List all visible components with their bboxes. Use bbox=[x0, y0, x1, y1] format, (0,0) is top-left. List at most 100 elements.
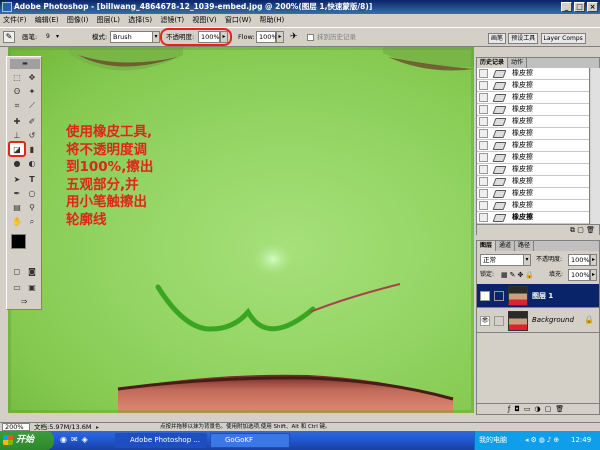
history-state-row[interactable]: 橡皮擦 bbox=[477, 104, 589, 116]
history-source-checkbox[interactable] bbox=[479, 141, 488, 150]
start-button[interactable]: 开始 bbox=[0, 431, 54, 450]
layer-set-icon[interactable]: ▭ bbox=[524, 405, 535, 413]
history-source-checkbox[interactable] bbox=[479, 117, 488, 126]
healing-brush-tool-icon[interactable]: ✚ bbox=[10, 115, 24, 129]
shape-tool-icon[interactable]: ○ bbox=[25, 187, 39, 201]
history-source-checkbox[interactable] bbox=[479, 213, 488, 222]
slice-tool-icon[interactable]: ⟋ bbox=[25, 99, 39, 113]
history-state-row[interactable]: 橡皮擦 bbox=[477, 80, 589, 92]
minimize-button[interactable]: _ bbox=[561, 2, 572, 12]
menu-view[interactable]: 视图(V) bbox=[189, 14, 219, 27]
maximize-button[interactable]: □ bbox=[574, 2, 585, 12]
tab-history[interactable]: 历史记录 bbox=[477, 58, 509, 68]
history-state-row[interactable]: 橡皮擦 bbox=[477, 152, 589, 164]
visibility-eye-icon[interactable]: 👁 bbox=[480, 291, 490, 301]
layer-link-icon[interactable] bbox=[494, 291, 504, 301]
menu-window[interactable]: 窗口(W) bbox=[222, 14, 254, 27]
gradient-tool-icon[interactable]: ▮ bbox=[25, 143, 39, 157]
history-state-row[interactable]: 橡皮擦 bbox=[477, 212, 589, 224]
foreground-color-swatch[interactable] bbox=[11, 234, 26, 249]
brush-picker-arrow-icon[interactable]: ▾ bbox=[56, 31, 59, 43]
history-source-checkbox[interactable] bbox=[479, 177, 488, 186]
history-source-checkbox[interactable] bbox=[479, 201, 488, 210]
history-source-checkbox[interactable] bbox=[479, 189, 488, 198]
layer-row-1[interactable]: 👁 图层 1 bbox=[477, 284, 599, 308]
menu-help[interactable]: 帮助(H) bbox=[256, 14, 287, 27]
menu-image[interactable]: 图像(I) bbox=[64, 14, 92, 27]
delete-state-icon[interactable]: 🗑 bbox=[586, 226, 595, 234]
zoom-field[interactable]: 200% bbox=[2, 423, 30, 431]
crop-tool-icon[interactable]: ⌗ bbox=[10, 99, 24, 113]
move-tool-icon[interactable]: ✥ bbox=[25, 71, 39, 85]
type-tool-icon[interactable]: T bbox=[25, 173, 39, 187]
history-brush-tool-icon[interactable]: ↺ bbox=[25, 129, 39, 143]
magic-wand-tool-icon[interactable]: ✦ bbox=[25, 85, 39, 99]
mode-select[interactable]: Brush bbox=[110, 31, 154, 43]
screen-mode-standard-icon[interactable]: ▭ bbox=[10, 281, 24, 295]
palette-tab-tool-presets[interactable]: 预设工具 bbox=[508, 33, 539, 44]
palette-tab-brushes[interactable]: 画笔 bbox=[488, 33, 507, 44]
blur-tool-icon[interactable]: ● bbox=[10, 157, 24, 171]
history-source-checkbox[interactable] bbox=[479, 93, 488, 102]
adjustment-layer-icon[interactable]: ◑ bbox=[535, 405, 545, 413]
layer-blend-mode-select[interactable]: 正常 bbox=[480, 254, 524, 266]
blend-mode-dropdown-icon[interactable]: ▾ bbox=[523, 254, 531, 266]
screen-mode-full-icon[interactable]: ▣ bbox=[25, 281, 39, 295]
history-state-row[interactable]: 橡皮擦 bbox=[477, 92, 589, 104]
menu-file[interactable]: 文件(F) bbox=[0, 14, 30, 27]
history-scrollbar[interactable] bbox=[591, 68, 600, 224]
eraser-preset-icon[interactable]: ✎ bbox=[3, 31, 15, 43]
history-state-row[interactable]: 橡皮擦 bbox=[477, 128, 589, 140]
tab-channels[interactable]: 通道 bbox=[496, 241, 516, 251]
layer-opacity-arrow-icon[interactable]: ▸ bbox=[590, 254, 597, 266]
palette-tab-layer-comps[interactable]: Layer Comps bbox=[540, 33, 586, 44]
task-photoshop[interactable]: Adobe Photoshop ... bbox=[115, 433, 207, 448]
erase-history-checkbox[interactable] bbox=[307, 34, 314, 41]
history-source-checkbox[interactable] bbox=[479, 165, 488, 174]
new-snapshot-icon[interactable]: ▢ bbox=[577, 226, 584, 234]
menu-layer[interactable]: 图层(L) bbox=[94, 14, 123, 27]
lasso-tool-icon[interactable]: ʘ bbox=[10, 85, 24, 99]
pen-tool-icon[interactable]: ✒ bbox=[10, 187, 24, 201]
flow-input[interactable]: 100% bbox=[256, 31, 278, 43]
menu-select[interactable]: 选择(S) bbox=[125, 14, 155, 27]
path-selection-tool-icon[interactable]: ➤ bbox=[10, 173, 24, 187]
tray-icons[interactable]: ◂⚙◍♪⊕ bbox=[525, 431, 561, 450]
jump-to-imageready-icon[interactable]: ⇒ bbox=[17, 295, 31, 309]
airbrush-icon[interactable]: ✈ bbox=[290, 31, 298, 43]
document-canvas[interactable] bbox=[8, 47, 474, 413]
standard-mode-icon[interactable]: ◻ bbox=[10, 265, 24, 279]
menu-edit[interactable]: 编辑(E) bbox=[32, 14, 62, 27]
history-source-checkbox[interactable] bbox=[479, 153, 488, 162]
delete-layer-icon[interactable]: 🗑 bbox=[555, 405, 568, 413]
brush-tool-icon[interactable]: ✐ bbox=[25, 115, 39, 129]
close-button[interactable]: × bbox=[587, 2, 598, 12]
zoom-tool-icon[interactable]: ⌕ bbox=[25, 215, 39, 229]
visibility-eye-icon[interactable]: 👁 bbox=[480, 316, 490, 326]
history-state-row[interactable]: 橡皮擦 bbox=[477, 116, 589, 128]
marquee-tool-icon[interactable]: ⬚ bbox=[10, 71, 24, 85]
brush-size[interactable]: 9 bbox=[46, 31, 50, 43]
hand-tool-icon[interactable]: ✋ bbox=[10, 215, 24, 229]
quick-launch-icons[interactable]: ◉✉◈ bbox=[60, 435, 92, 444]
new-layer-icon[interactable]: ▢ bbox=[545, 405, 556, 413]
quick-mask-mode-icon[interactable]: ◙ bbox=[25, 265, 39, 279]
history-state-row[interactable]: 橡皮擦 bbox=[477, 200, 589, 212]
tab-actions[interactable]: 动作 bbox=[508, 58, 528, 68]
fill-input[interactable]: 100% bbox=[568, 269, 590, 281]
history-state-row[interactable]: 橡皮擦 bbox=[477, 140, 589, 152]
tab-paths[interactable]: 路径 bbox=[515, 241, 535, 251]
tab-layers[interactable]: 图层 bbox=[477, 241, 497, 251]
layer-mask-icon[interactable]: ◘ bbox=[514, 405, 524, 413]
task-gogokf[interactable]: GoGoKF bbox=[210, 433, 290, 448]
history-source-checkbox[interactable] bbox=[479, 129, 488, 138]
menu-filter[interactable]: 滤镜(T) bbox=[157, 14, 187, 27]
my-computer-label[interactable]: 我的电脑 bbox=[479, 431, 507, 450]
dodge-tool-icon[interactable]: ◐ bbox=[25, 157, 39, 171]
mode-dropdown-icon[interactable]: ▾ bbox=[152, 31, 160, 43]
new-document-from-state-icon[interactable]: ⧉ bbox=[570, 226, 575, 234]
history-state-row[interactable]: 橡皮擦 bbox=[477, 176, 589, 188]
history-state-row[interactable]: 橡皮擦 bbox=[477, 68, 589, 80]
history-state-row[interactable]: 橡皮擦 bbox=[477, 164, 589, 176]
eyedropper-tool-icon[interactable]: ⚲ bbox=[25, 201, 39, 215]
